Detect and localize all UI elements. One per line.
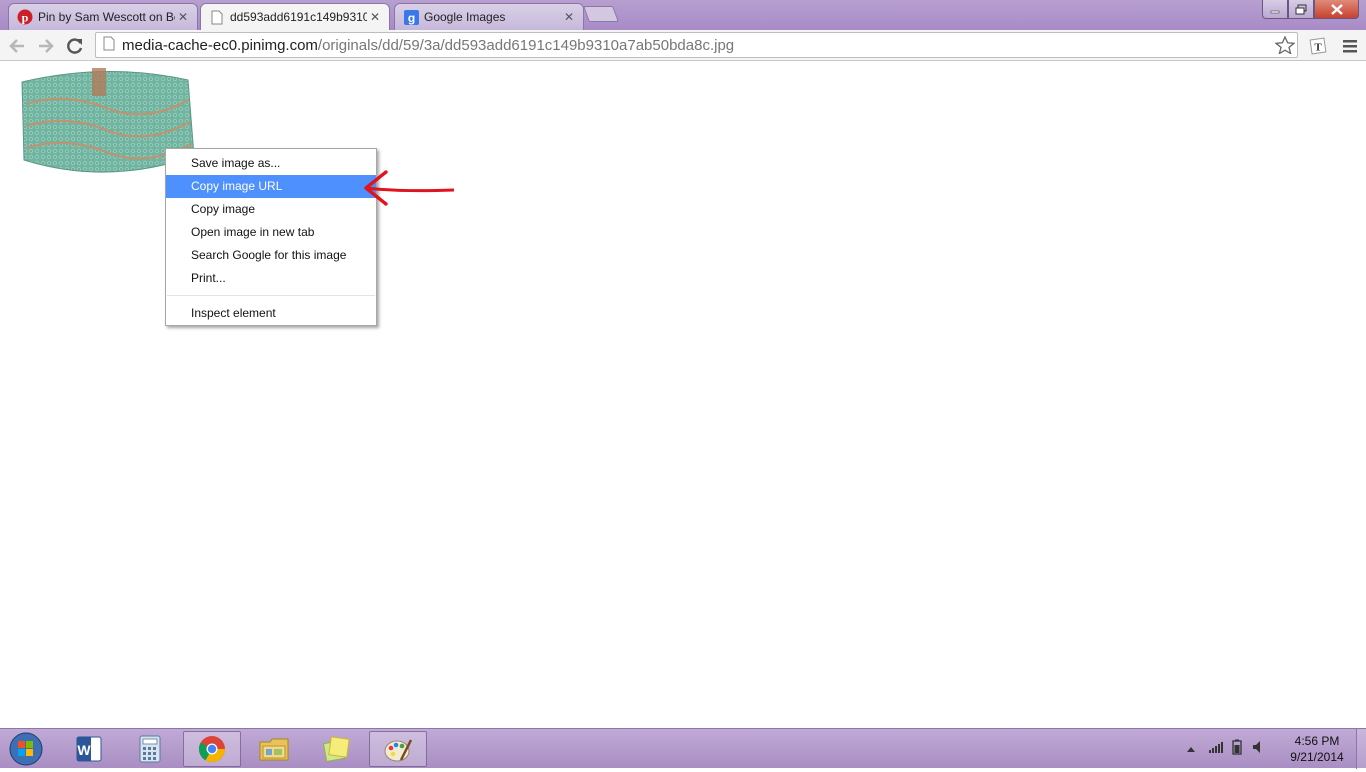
- menu-separator: [167, 295, 375, 296]
- tab-close-icon[interactable]: ✕: [175, 10, 191, 24]
- clock-time: 4:56 PM: [1294, 734, 1340, 748]
- taskbar-sticky-notes[interactable]: [307, 731, 365, 767]
- taskbar: W 4:56 PM 9/21/2014: [0, 728, 1366, 769]
- menu-item-save-image[interactable]: Save image as...: [166, 152, 376, 175]
- tab-image[interactable]: dd593add6191c149b9310a ✕: [200, 3, 390, 30]
- menu-item-copy-image-url[interactable]: Copy image URL: [166, 175, 376, 198]
- close-window-button[interactable]: [1314, 0, 1359, 19]
- windows-start-icon: [9, 732, 43, 766]
- minimize-icon: [1270, 10, 1280, 14]
- battery-icon[interactable]: [1232, 739, 1242, 760]
- tab-title: Google Images: [424, 10, 506, 24]
- system-clock[interactable]: 4:56 PM 9/21/2014: [1282, 733, 1352, 765]
- page-content: Save image as... Copy image URL Copy ima…: [0, 62, 1366, 728]
- forward-button[interactable]: [34, 34, 58, 58]
- svg-text:W: W: [77, 742, 91, 758]
- menu-item-inspect-element[interactable]: Inspect element: [166, 302, 376, 325]
- reload-icon: [67, 38, 83, 54]
- menu-item-open-image-new-tab[interactable]: Open image in new tab: [166, 221, 376, 244]
- chrome-icon: [198, 736, 226, 763]
- calculator-icon: [139, 735, 161, 763]
- tab-title: dd593add6191c149b9310a: [230, 10, 367, 24]
- sticky-notes-icon: [322, 736, 350, 763]
- forward-arrow-icon: [39, 39, 54, 53]
- svg-text:T: T: [1314, 42, 1322, 54]
- taskbar-word[interactable]: W: [60, 731, 118, 767]
- extension-button[interactable]: T: [1306, 34, 1330, 58]
- restore-button[interactable]: [1288, 0, 1314, 19]
- google-icon: g: [403, 9, 419, 25]
- svg-text:p: p: [22, 11, 29, 25]
- start-button[interactable]: [6, 731, 46, 767]
- tab-pinterest[interactable]: p Pin by Sam Wescott on Be ✕: [8, 3, 198, 30]
- close-icon: [1330, 3, 1343, 15]
- menu-item-search-google-image[interactable]: Search Google for this image: [166, 244, 376, 267]
- volume-icon[interactable]: [1252, 740, 1266, 759]
- network-signal-icon[interactable]: [1208, 740, 1224, 759]
- tab-title: Pin by Sam Wescott on Be: [38, 10, 175, 24]
- page-icon: [103, 36, 115, 55]
- taskbar-calculator[interactable]: [121, 731, 179, 767]
- show-hidden-icons-icon[interactable]: [1186, 740, 1196, 758]
- taskbar-file-explorer[interactable]: [245, 731, 303, 767]
- taskbar-chrome[interactable]: [183, 731, 241, 767]
- menu-item-copy-image[interactable]: Copy image: [166, 198, 376, 221]
- tab-close-icon[interactable]: ✕: [367, 10, 383, 24]
- new-tab-button[interactable]: [583, 6, 619, 22]
- show-desktop-button[interactable]: [1356, 729, 1366, 769]
- window-frame: p Pin by Sam Wescott on Be ✕ dd593add619…: [0, 0, 1366, 30]
- tab-google-images[interactable]: g Google Images ✕: [394, 3, 584, 30]
- url-path: /originals/dd/59/3a/dd593add6191c149b931…: [317, 36, 735, 54]
- menu-item-print[interactable]: Print...: [166, 267, 376, 290]
- paint-icon: [384, 739, 413, 762]
- address-bar[interactable]: media-cache-ec0.pinimg.com/originals/dd/…: [95, 32, 1298, 58]
- system-tray: [1186, 729, 1266, 769]
- url-host: media-cache-ec0.pinimg.com: [122, 36, 318, 54]
- context-menu: Save image as... Copy image URL Copy ima…: [165, 148, 377, 326]
- clock-date: 9/21/2014: [1290, 750, 1344, 764]
- red-arrow-annotation: [364, 170, 455, 206]
- chrome-menu-button[interactable]: [1338, 34, 1362, 58]
- svg-text:g: g: [407, 11, 414, 25]
- taskbar-paint[interactable]: [369, 731, 427, 767]
- reload-button[interactable]: [63, 34, 87, 58]
- translate-extension-icon: T: [1309, 37, 1327, 55]
- tab-close-icon[interactable]: ✕: [561, 10, 577, 24]
- back-button[interactable]: [5, 34, 29, 58]
- file-explorer-icon: [259, 738, 289, 761]
- minimize-button[interactable]: [1262, 0, 1288, 19]
- pinterest-icon: p: [17, 9, 33, 25]
- word-icon: W: [76, 736, 102, 762]
- bookmark-star-icon[interactable]: [1274, 35, 1296, 58]
- page-icon: [209, 9, 225, 25]
- back-arrow-icon: [9, 39, 24, 53]
- restore-icon: [1295, 4, 1307, 14]
- browser-toolbar: media-cache-ec0.pinimg.com/originals/dd/…: [0, 30, 1366, 61]
- menu-icon: [1343, 40, 1357, 53]
